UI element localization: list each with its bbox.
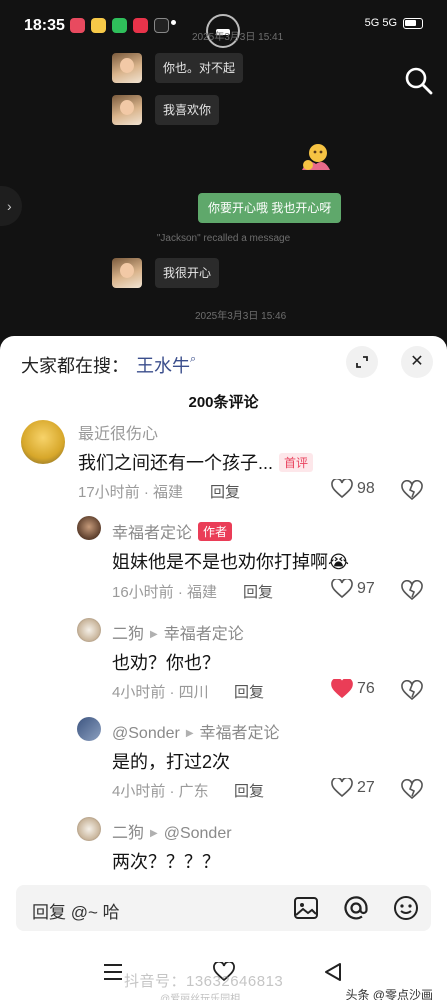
comment-sheet: 大家都在搜： 王水牛 ⌕ ✕ 200条评论 最近很伤心 我们之间还有一个孩子..… — [0, 336, 447, 1000]
trending-term[interactable]: 王水牛 — [136, 352, 190, 378]
status-dot — [171, 20, 176, 25]
comment-text: 我们之间还有一个孩子... 首评 — [78, 449, 314, 475]
reply-button[interactable]: 回复 — [234, 780, 264, 801]
author-badge: 作者 — [198, 522, 233, 541]
back-icon[interactable] — [322, 961, 344, 983]
like-button[interactable]: 97 — [331, 579, 375, 599]
comment-text: 是的，打过2次 — [112, 752, 231, 772]
status-time: 18:35 — [24, 17, 65, 34]
comment-time: 4小时前 · 广东 — [112, 783, 209, 800]
chat-timestamp: 2025年3月3日 15:46 — [195, 311, 287, 322]
expand-side-button[interactable]: › — [0, 186, 22, 226]
reply-to-name: 幸福者定论 — [163, 626, 244, 643]
signal-label: 5G 5G — [364, 17, 397, 29]
heart-icon — [331, 778, 353, 798]
comment-author[interactable]: 幸福者定论 作者 — [112, 519, 233, 543]
status-app-icons — [70, 18, 169, 33]
comment-text: 两次？？？？ — [112, 852, 220, 872]
reply-arrow-icon: ▶ — [185, 728, 194, 739]
heart-icon — [331, 579, 353, 599]
avatar — [112, 95, 142, 125]
reply-to-name: 幸福者定论 — [199, 725, 280, 742]
avatar[interactable] — [21, 420, 65, 464]
author-name: @Sonder — [112, 725, 180, 742]
recall-notice: "Jackson" recalled a message — [156, 233, 291, 244]
author-name: 二狗 — [112, 626, 145, 643]
menu-icon[interactable] — [102, 962, 124, 982]
comment-time: 17小时前 · 福建 — [78, 484, 184, 501]
comment-time: 16小时前 · 福建 — [112, 584, 218, 601]
watermark-sub: @爱丽丝玩乐园相 — [160, 994, 241, 1000]
app-icon — [70, 18, 85, 33]
watermark-text: 抖音号：13632646813 — [124, 973, 284, 990]
author-name: 二狗 — [112, 825, 145, 842]
chat-bubble-sent: 你要开心哦 我也开心呀 — [198, 193, 342, 223]
toutiao-credit: 头条 @零点沙画 — [345, 988, 433, 1000]
like-button[interactable]: 27 — [331, 778, 375, 798]
avatar — [112, 53, 142, 83]
reply-input-placeholder: 回复 @~ 哈 — [32, 903, 120, 922]
hug-sticker-icon — [302, 144, 330, 170]
like-button[interactable]: 98 — [331, 479, 375, 499]
search-icon[interactable] — [404, 66, 434, 96]
comment-text: 姐妹他是不是也劝你打掉啊😭 — [112, 552, 350, 572]
reply-input[interactable]: 回复 @~ 哈 — [16, 885, 431, 931]
first-comment-badge: 首评 — [279, 453, 314, 472]
author-name: 幸福者定论 — [112, 525, 193, 542]
like-count: 76 — [357, 680, 375, 697]
app-icon — [154, 18, 169, 33]
expand-icon[interactable] — [346, 346, 378, 378]
like-count: 97 — [357, 580, 375, 597]
comment-author[interactable]: 最近很伤心 — [78, 420, 158, 444]
like-count: 27 — [357, 779, 375, 796]
emoji-icon[interactable] — [393, 895, 419, 921]
chat-bubble: 我很开心 — [155, 258, 220, 288]
close-icon[interactable]: ✕ — [401, 346, 433, 378]
app-icon — [133, 18, 148, 33]
dislike-heart-icon[interactable] — [401, 779, 423, 801]
reply-arrow-icon: ▶ — [150, 828, 158, 839]
app-icon — [112, 18, 127, 33]
avatar[interactable] — [77, 717, 101, 741]
comment-text: 也劝？你也？ — [112, 653, 220, 673]
battery-icon — [403, 17, 423, 29]
system-navbar: 抖音号：13632646813 @爱丽丝玩乐园相 头条 @零点沙画 — [0, 948, 447, 1000]
reply-button[interactable]: 回复 — [243, 581, 273, 602]
app-icon — [91, 18, 106, 33]
sheet-header: 大家都在搜： 王水牛 ⌕ ✕ 200条评论 — [0, 336, 447, 418]
reply-button[interactable]: 回复 — [234, 681, 264, 702]
avatar[interactable] — [77, 817, 101, 841]
comment-count: 200条评论 — [188, 394, 259, 411]
search-icon: ⌕ — [190, 353, 197, 365]
dislike-heart-icon[interactable] — [401, 480, 423, 502]
trending-label: 大家都在搜： — [21, 356, 129, 376]
dislike-heart-icon[interactable] — [401, 680, 423, 702]
reply-button[interactable]: 回复 — [210, 481, 240, 502]
status-right: 5G 5G — [365, 17, 423, 29]
avatar[interactable] — [77, 618, 101, 642]
comment-author[interactable]: 二狗 ▶ 幸福者定论 — [112, 620, 244, 644]
comment-body: 我们之间还有一个孩子... — [78, 453, 274, 473]
at-icon[interactable] — [343, 895, 369, 921]
reply-to-name: @Sonder — [163, 825, 232, 842]
comment-time: 4小时前 · 四川 — [112, 684, 209, 701]
comment-author[interactable]: 二狗 ▶ @Sonder — [112, 819, 232, 843]
chat-bubble: 你也。对不起 — [155, 53, 244, 83]
image-icon[interactable] — [293, 895, 319, 921]
like-count: 98 — [357, 480, 375, 497]
like-button[interactable]: 76 — [331, 679, 375, 699]
reply-arrow-icon: ▶ — [150, 629, 158, 640]
comment-author[interactable]: @Sonder ▶ 幸福者定论 — [112, 719, 280, 743]
heart-icon — [331, 479, 353, 499]
chat-bubble: 我喜欢你 — [155, 95, 220, 125]
dislike-heart-icon[interactable] — [401, 580, 423, 602]
avatar — [112, 258, 142, 288]
heart-icon — [331, 679, 353, 699]
chat-timestamp: 2025年3月3日 15:41 — [192, 32, 284, 43]
avatar[interactable] — [77, 516, 101, 540]
